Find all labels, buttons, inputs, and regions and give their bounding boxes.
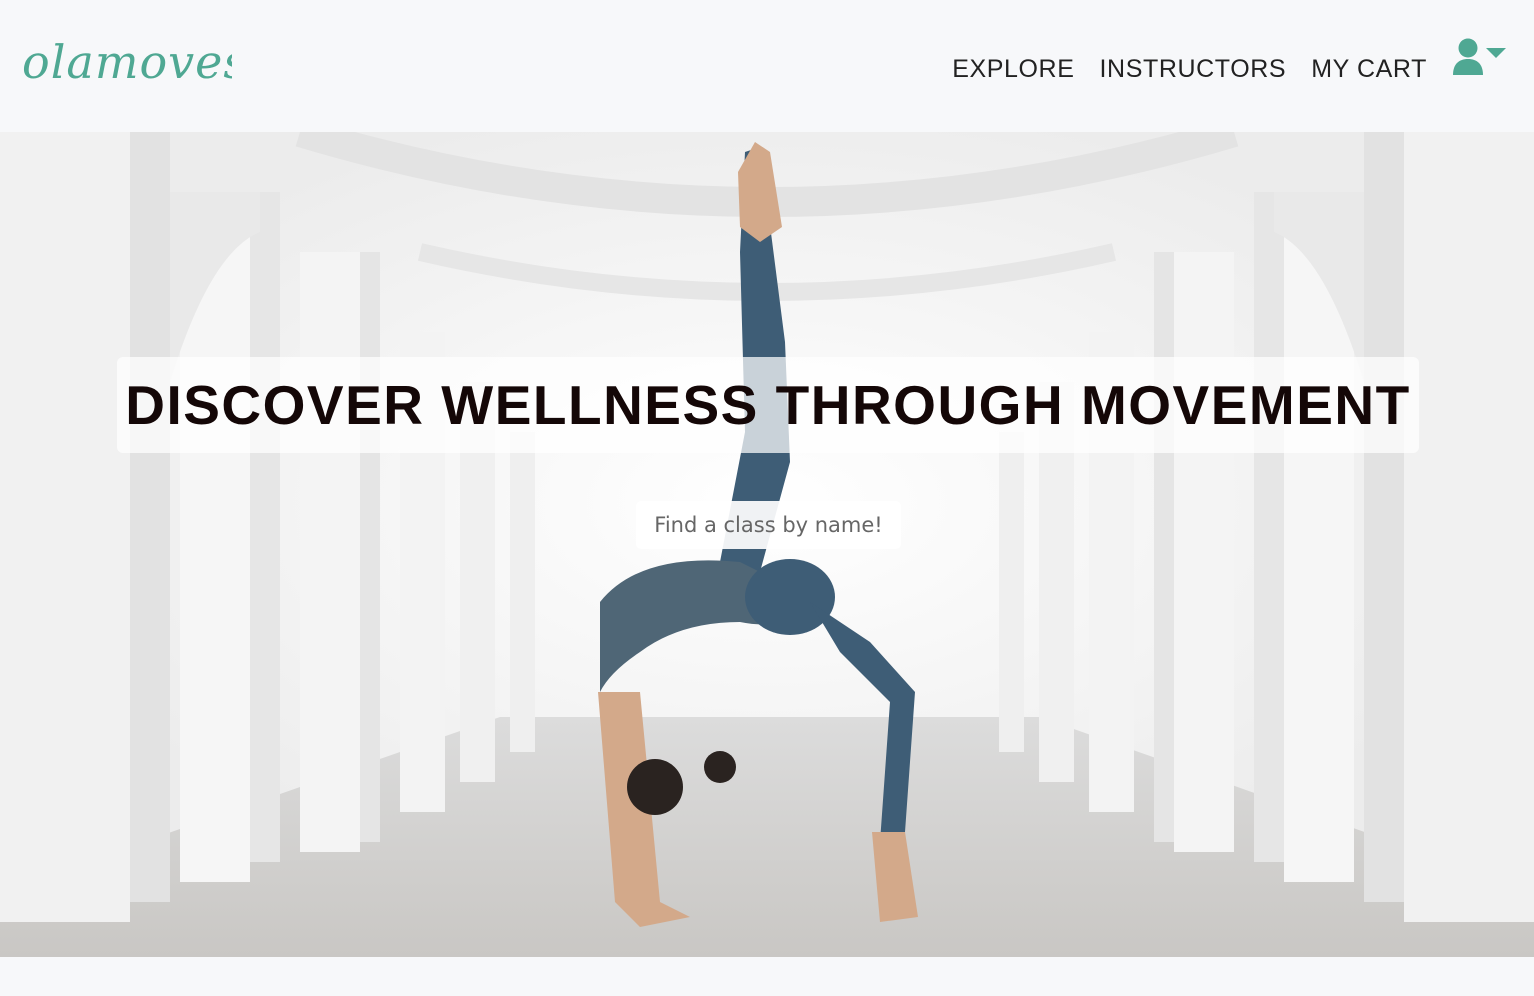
caret-down-icon (1486, 48, 1506, 58)
page: olamoves EXPLORE INSTRUCTORS MY CART DIS… (0, 0, 1534, 996)
logo[interactable]: olamoves (22, 18, 232, 98)
user-menu-button[interactable] (1452, 38, 1506, 76)
navbar: olamoves EXPLORE INSTRUCTORS MY CART (0, 0, 1534, 132)
logo-wordmark: olamoves (22, 35, 232, 89)
main-nav: EXPLORE INSTRUCTORS MY CART (952, 0, 1534, 132)
nav-instructors[interactable]: INSTRUCTORS (1100, 51, 1287, 82)
hero-banner: DISCOVER WELLNESS THROUGH MOVEMENT (0, 132, 1534, 957)
page-bottom-strip (0, 957, 1534, 996)
headline-box: DISCOVER WELLNESS THROUGH MOVEMENT (117, 357, 1419, 453)
user-icon (1453, 38, 1483, 75)
nav-explore[interactable]: EXPLORE (952, 51, 1074, 82)
hero-headline: DISCOVER WELLNESS THROUGH MOVEMENT (125, 374, 1411, 436)
nav-my-cart[interactable]: MY CART (1311, 51, 1427, 82)
class-search-input[interactable] (636, 501, 901, 549)
logo-text: olamoves (22, 35, 232, 89)
